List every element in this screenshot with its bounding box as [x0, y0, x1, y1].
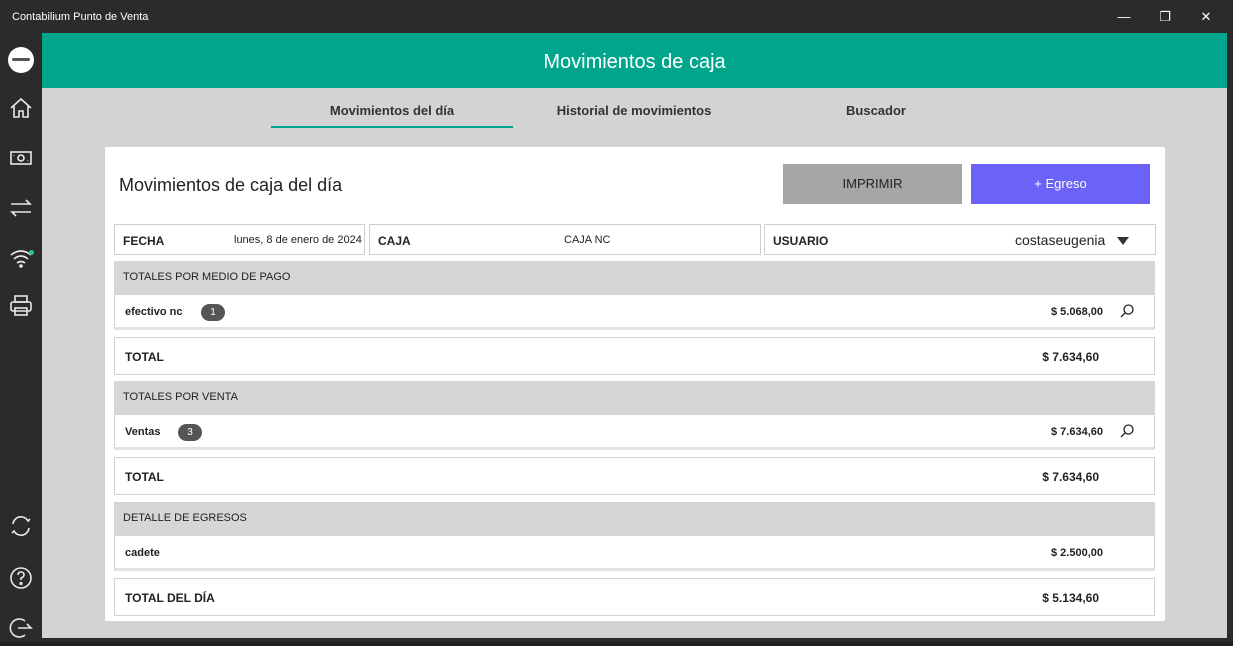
close-button[interactable]: ✕ — [1186, 6, 1226, 28]
page-title: Movimientos de caja — [42, 33, 1227, 88]
egreso-amount: $ 2.500,00 — [1051, 547, 1103, 559]
total-label: TOTAL — [125, 470, 164, 484]
count-badge: 3 — [178, 424, 202, 441]
search-icon[interactable] — [1119, 303, 1135, 319]
egresos-heading: DETALLE DE EGRESOS — [114, 502, 1155, 535]
search-icon[interactable] — [1119, 423, 1135, 439]
tab-buscador[interactable]: Buscador — [755, 88, 997, 128]
tab-historial-de-movimientos[interactable]: Historial de movimientos — [514, 88, 754, 128]
logout-icon[interactable] — [8, 615, 34, 641]
sidebar — [0, 33, 42, 642]
fecha-label: FECHA — [123, 234, 165, 248]
caret-down-icon — [1116, 235, 1130, 245]
sale-name: Ventas — [125, 426, 161, 438]
total-value: $ 7.634,60 — [1042, 350, 1099, 364]
app-window: Contabilium Punto de Venta — ❐ ✕ Movimie… — [0, 0, 1233, 642]
printer-icon[interactable] — [8, 293, 34, 319]
caja-label: CAJA — [378, 234, 411, 248]
home-icon[interactable] — [8, 95, 34, 121]
payment-method-amount: $ 5.068,00 — [1051, 306, 1103, 318]
sync-icon[interactable] — [8, 513, 34, 539]
list-item: efectivo nc 1 $ 5.068,00 — [114, 294, 1155, 330]
egreso-name: cadete — [125, 547, 160, 559]
restore-button[interactable]: ❐ — [1145, 6, 1185, 28]
print-button[interactable]: IMPRIMIR — [783, 164, 962, 204]
help-icon[interactable] — [8, 565, 34, 591]
card-title: Movimientos de caja del día — [119, 175, 343, 195]
cash-icon[interactable] — [8, 145, 34, 171]
medio-pago-heading: TOTALES POR MEDIO DE PAGO — [114, 261, 1155, 294]
list-item: Ventas 3 $ 7.634,60 — [114, 414, 1155, 450]
venta-total-row: TOTAL $ 7.634,60 — [114, 457, 1155, 495]
wifi-icon[interactable] — [8, 245, 34, 271]
caja-value: CAJA NC — [564, 234, 611, 246]
payment-method-name: efectivo nc — [125, 306, 183, 318]
medio-pago-total-row: TOTAL $ 7.634,60 — [114, 337, 1155, 375]
venta-heading: TOTALES POR VENTA — [114, 381, 1155, 414]
main-content: Movimientos de caja Movimientos del día … — [42, 33, 1227, 638]
usuario-label: USUARIO — [773, 234, 829, 248]
minimize-button[interactable]: — — [1104, 6, 1144, 28]
connection-status-dot — [29, 250, 34, 255]
tab-movimientos-del-dia[interactable]: Movimientos del día — [271, 88, 513, 128]
total-del-dia-value: $ 5.134,60 — [1042, 591, 1099, 605]
tab-bar: Movimientos del día Historial de movimie… — [42, 88, 1227, 130]
window-title: Contabilium Punto de Venta — [12, 11, 149, 23]
total-value: $ 7.634,60 — [1042, 470, 1099, 484]
logo[interactable] — [8, 47, 34, 73]
caja-field[interactable]: CAJA CAJA NC — [369, 224, 761, 255]
total-label: TOTAL — [125, 350, 164, 364]
fecha-field[interactable]: FECHA lunes, 8 de enero de 2024 — [114, 224, 365, 255]
usuario-value: costaseugenia — [1015, 232, 1106, 248]
count-badge: 1 — [201, 304, 225, 321]
sale-amount: $ 7.634,60 — [1051, 426, 1103, 438]
fecha-value: lunes, 8 de enero de 2024 — [234, 234, 362, 246]
total-del-dia-row: TOTAL DEL DÍA $ 5.134,60 — [114, 578, 1155, 616]
list-item: cadete $ 2.500,00 — [114, 535, 1155, 571]
add-egreso-button[interactable]: + Egreso — [971, 164, 1150, 204]
title-bar: Contabilium Punto de Venta — ❐ ✕ — [0, 0, 1233, 33]
cash-movements-card: Movimientos de caja del día IMPRIMIR + E… — [105, 147, 1165, 621]
total-del-dia-label: TOTAL DEL DÍA — [125, 591, 215, 605]
transfer-icon[interactable] — [8, 195, 34, 221]
usuario-select[interactable]: USUARIO costaseugenia — [764, 224, 1156, 255]
